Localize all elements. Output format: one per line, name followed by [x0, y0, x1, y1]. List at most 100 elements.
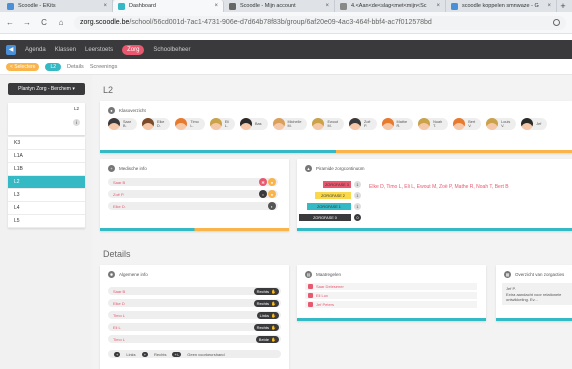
legend-links: Links	[126, 351, 136, 357]
hand-badge: Rechts ✋	[253, 299, 279, 307]
legend-badge: +/-	[172, 351, 182, 357]
card-stripe	[100, 150, 572, 153]
hand-icon: ✋	[271, 324, 276, 330]
url-input[interactable]: zorg.scoodle.be/school/56cd001d-7ac1-473…	[74, 15, 566, 30]
school-dropdown[interactable]: Plantyn Zorg - Berchem ▾	[8, 83, 85, 95]
sidebar-item-l5[interactable]: L5	[8, 215, 85, 228]
tab-label: Dashboard	[129, 3, 156, 9]
medical-row[interactable]: Zoë P.	[108, 190, 278, 198]
card-title: ● Klasoverzicht	[108, 107, 146, 114]
student-name: Bas	[254, 122, 262, 126]
student-chip[interactable]: Zoë P.	[349, 118, 377, 130]
browser-tab[interactable]: Scoodle - Mijn account ×	[224, 0, 335, 12]
student-chip[interactable]: Bas	[239, 118, 268, 130]
student-chip[interactable]: Elke D.	[142, 118, 171, 130]
class-overview-title: Klasoverzicht	[119, 108, 146, 113]
general-row-name: Timo L	[113, 312, 126, 318]
student-chip[interactable]: Jef	[521, 118, 548, 130]
close-icon[interactable]: ×	[103, 3, 107, 9]
browser-tab[interactable]: scoodle koppelen smnwaze - G ×	[446, 0, 557, 12]
close-icon[interactable]: ×	[325, 3, 329, 9]
general-row[interactable]: Timo L	[108, 311, 281, 319]
nav-item-klassen[interactable]: Klassen	[55, 47, 76, 53]
hand-badge-label: Links	[259, 312, 270, 318]
sidebar-item-l1b[interactable]: L1B	[8, 163, 85, 176]
student-chip[interactable]: Michelle M.	[272, 118, 308, 130]
close-icon[interactable]: ×	[547, 3, 551, 9]
sidebar-item-l4[interactable]: L4	[8, 202, 85, 215]
legend-geen: Geen voorkeurshand	[187, 351, 225, 357]
group-icon: ●	[108, 107, 115, 114]
close-icon[interactable]: ×	[436, 3, 440, 9]
reload-icon[interactable]: C	[40, 18, 48, 27]
browser-tab[interactable]: Scoodle - EKits ×	[2, 0, 113, 12]
tab-screenings[interactable]: Screenings	[90, 64, 118, 70]
legend-badge: +	[114, 351, 121, 357]
back-icon[interactable]: ←	[6, 18, 14, 27]
general-row-name: Elke D	[113, 300, 125, 306]
close-icon[interactable]: ×	[214, 3, 218, 9]
nav-item-leerstoets[interactable]: Leerstoets	[85, 47, 113, 53]
search-icon[interactable]	[553, 19, 560, 26]
info-icon[interactable]: i	[73, 119, 80, 126]
zorgfase-level[interactable]: ZORGFASE 3	[323, 181, 351, 188]
pyramid-icon: ▲	[305, 165, 312, 172]
pyramid-title: Piramide zorgcontinuüm	[316, 166, 365, 171]
zorgfase-level[interactable]: ZORGFASE 0	[299, 214, 351, 221]
legend-rechts: Rechts	[154, 351, 167, 357]
general-info-card: ✱ Algemene info Saar B Rechts ✋ Elke D Recht…	[100, 265, 289, 369]
student-name: Noah T.	[433, 120, 443, 128]
zorgfase-level[interactable]: ZORGFASE 1	[307, 203, 351, 210]
student-chip[interactable]: Mathe R.	[381, 118, 414, 130]
overview-note[interactable]: Jef P. Extra aandacht voor relationele o…	[502, 283, 572, 305]
overview-title: Overzicht van zorgacties	[515, 272, 565, 277]
card-title: ✱ Algemene info	[108, 271, 148, 278]
tab-details[interactable]: Details	[67, 64, 84, 70]
hand-badge-label: Rechts	[256, 300, 270, 306]
sidebar-item-l1a[interactable]: L1A	[8, 150, 85, 163]
address-bar: ← → C ⌂ zorg.scoodle.be/school/56cd001d-…	[0, 12, 572, 34]
measure-name: Jef Peters	[316, 302, 335, 307]
student-chip[interactable]: Ewout M.	[312, 118, 344, 130]
medical-row[interactable]: Elke D.	[108, 202, 278, 210]
class-list: K3 L1A L1B L2 L3 L4 L5	[8, 137, 85, 228]
student-chip[interactable]: Bert V.	[453, 118, 482, 130]
sidebar-item-l3[interactable]: L3	[8, 189, 85, 202]
nav-item-schoolbeheer[interactable]: Schoolbeheer	[153, 47, 190, 53]
student-name: Ewout M.	[327, 120, 338, 128]
measure-name: Eli Lux	[316, 293, 329, 298]
hand-icon: ✋	[271, 300, 276, 306]
measure-row[interactable]: Jef Peters	[305, 301, 477, 308]
measure-row[interactable]: Eli Lux	[305, 292, 477, 299]
url-path: /school/56cd001d-7ac1-4731-906e-d7d64b78…	[129, 19, 432, 26]
scoodle-logo-icon[interactable]: ◀	[6, 44, 16, 55]
class-chip[interactable]: L2	[45, 62, 61, 71]
forward-icon[interactable]: →	[23, 18, 31, 27]
new-tab-icon[interactable]: +	[557, 0, 569, 12]
student-chip[interactable]: Noah T.	[418, 118, 449, 130]
hand-badge: Rechts ✋	[253, 287, 279, 295]
measure-row[interactable]: Saar Delesener	[305, 283, 477, 290]
tab-label: Scoodle - EKits	[18, 3, 56, 9]
zorgfase-level[interactable]: ZORGFASE 2	[315, 192, 351, 199]
medical-row[interactable]: Saar B	[108, 178, 278, 186]
nav-item-agenda[interactable]: Agenda	[25, 47, 46, 53]
select-button[interactable]: < Selectere	[6, 62, 40, 71]
student-chip[interactable]: Louis V.	[486, 118, 517, 130]
home-icon[interactable]: ⌂	[57, 18, 65, 27]
hand-badge-label: Rechts	[256, 288, 270, 294]
student-chip[interactable]: Eli L.	[209, 118, 235, 130]
general-row-name: Timo L	[113, 336, 126, 342]
hand-badge: Rechts ✋	[253, 323, 279, 331]
medical-row-name: Saar B	[113, 179, 126, 185]
student-list: Saar B. Elke D. Timo L. Eli L. Bas Michelle M. Ewou…	[108, 118, 548, 130]
card-stripe	[496, 318, 572, 321]
browser-tab[interactable]: 4.<Aan<de<slag<met<mijn<Sc ×	[335, 0, 446, 12]
sidebar-item-k3[interactable]: K3	[8, 137, 85, 150]
browser-tab[interactable]: Dashboard ×	[113, 0, 224, 12]
student-chip[interactable]: Saar B.	[108, 118, 138, 130]
sidebar-item-l2[interactable]: L2	[8, 176, 85, 189]
student-chip[interactable]: Timo L.	[175, 118, 205, 130]
nav-item-zorg[interactable]: Zorg	[122, 44, 145, 55]
avatar	[272, 118, 285, 130]
